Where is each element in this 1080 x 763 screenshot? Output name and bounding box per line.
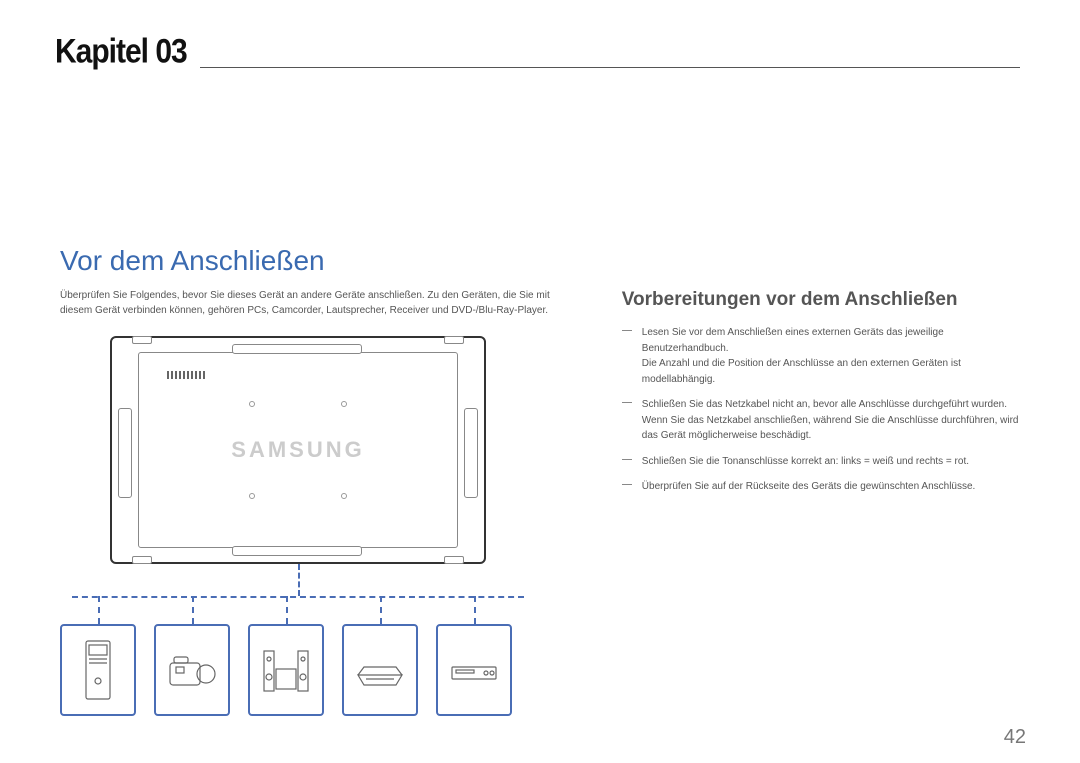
chapter-header: Kapitel 03 bbox=[60, 40, 1020, 90]
right-column: Vorbereitungen vor dem Anschließen Lesen… bbox=[622, 289, 1020, 732]
note-item-4: Überprüfen Sie auf der Rückseite des Ger… bbox=[622, 479, 1020, 495]
port-strip-icon bbox=[167, 371, 207, 379]
document-page: Kapitel 03 Vor dem Anschließen Überprüfe… bbox=[0, 0, 1080, 763]
note-text: Schließen Sie das Netzkabel nicht an, be… bbox=[642, 397, 1020, 444]
section-subtitle: Vorbereitungen vor dem Anschließen bbox=[622, 289, 1020, 311]
dash-bullet-icon bbox=[622, 454, 636, 470]
note-text: Überprüfen Sie auf der Rückseite des Ger… bbox=[642, 479, 976, 495]
dash-bullet-icon bbox=[622, 479, 636, 495]
receiver-icon bbox=[342, 624, 418, 716]
connection-diagram: SAMSUNG bbox=[60, 336, 536, 732]
chapter-label: Kapitel 03 bbox=[55, 32, 187, 71]
pc-tower-icon bbox=[60, 624, 136, 716]
dash-bullet-icon bbox=[622, 325, 636, 387]
camcorder-icon bbox=[154, 624, 230, 716]
note-text: Schließen Sie die Tonanschlüsse korrekt … bbox=[642, 454, 969, 470]
speaker-system-icon bbox=[248, 624, 324, 716]
note-text: Lesen Sie vor dem Anschließen eines exte… bbox=[642, 325, 1020, 387]
note-item-2: Schließen Sie das Netzkabel nicht an, be… bbox=[622, 397, 1020, 444]
page-number: 42 bbox=[1004, 726, 1026, 749]
intro-paragraph: Überprüfen Sie Folgendes, bevor Sie dies… bbox=[60, 289, 567, 318]
dash-bullet-icon bbox=[622, 397, 636, 444]
note-item-1: Lesen Sie vor dem Anschließen eines exte… bbox=[622, 325, 1020, 387]
dvd-player-icon bbox=[436, 624, 512, 716]
page-title: Vor dem Anschließen bbox=[60, 245, 1020, 277]
device-row bbox=[60, 624, 536, 716]
note-item-3: Schließen Sie die Tonanschlüsse korrekt … bbox=[622, 454, 1020, 470]
left-column: Überprüfen Sie Folgendes, bevor Sie dies… bbox=[60, 289, 567, 732]
header-rule bbox=[200, 67, 1020, 68]
product-brand-text: SAMSUNG bbox=[231, 437, 364, 463]
content-columns: Überprüfen Sie Folgendes, bevor Sie dies… bbox=[60, 289, 1020, 732]
product-rear-illustration: SAMSUNG bbox=[110, 336, 486, 564]
connector-lines bbox=[60, 564, 536, 734]
